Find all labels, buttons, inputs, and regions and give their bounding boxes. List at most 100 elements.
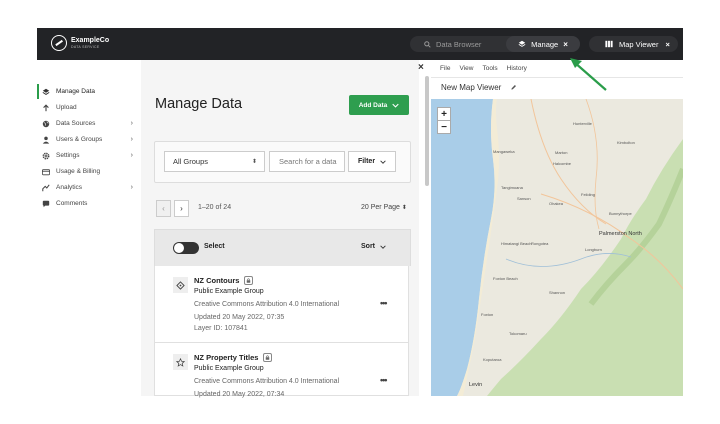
sidebar-item-label: Upload (56, 104, 77, 111)
map-basemap (431, 99, 683, 396)
sidebar-item-comments[interactable]: Comments (37, 196, 141, 211)
next-page-button[interactable]: › (174, 200, 189, 217)
map-label: Koputaroa (483, 357, 502, 362)
lock-icon (244, 276, 254, 285)
layer-updated: Updated 20 May 2022, 07:35 (194, 314, 285, 321)
chevron-right-icon: › (130, 136, 133, 143)
more-options-icon[interactable]: ••• (380, 298, 388, 308)
map-label: Rongotea (531, 241, 549, 246)
tab-group: Data Browser Manage × (410, 36, 580, 52)
pagination-range: 1–20 of 24 (198, 204, 232, 211)
map-label: Ohakea (549, 201, 564, 206)
select-toggle[interactable] (173, 242, 199, 254)
tab-data-browser[interactable]: Data Browser (424, 36, 481, 52)
map-label: Foxton (481, 312, 494, 317)
tab-manage[interactable]: Manage × (506, 36, 580, 52)
sidebar-item-analytics[interactable]: Analytics › (37, 180, 141, 195)
map-label: Himatangi Beach (501, 241, 532, 246)
sidebar-item-label: Users & Groups (56, 136, 103, 143)
sidebar-item-upload[interactable]: Upload (37, 100, 141, 115)
sidebar-item-label: Comments (56, 200, 88, 207)
layer-id: Layer ID: 107841 (194, 325, 248, 332)
comment-icon (42, 200, 50, 208)
layer-group: Public Example Group (194, 288, 264, 295)
map-label: Marton (555, 150, 568, 155)
layer-title: NZ Contours (194, 276, 240, 285)
map-label: Palmerston North (599, 231, 642, 237)
layers-icon (42, 88, 50, 96)
zoom-in-button[interactable]: + (438, 108, 450, 121)
edit-pencil-icon[interactable] (510, 84, 517, 91)
menu-view[interactable]: View (459, 65, 473, 72)
close-icon[interactable]: × (665, 40, 669, 49)
user-icon (42, 136, 50, 144)
zoom-out-button[interactable]: − (438, 121, 450, 133)
sidebar-item-data-sources[interactable]: Data Sources › (37, 116, 141, 131)
zoom-controls: + − (437, 107, 451, 134)
menu-file[interactable]: File (440, 65, 450, 72)
tab-label: Manage (531, 39, 559, 49)
map-menu-bar: File View Tools History (431, 60, 683, 78)
sidebar-item-usage-billing[interactable]: Usage & Billing (37, 164, 141, 179)
sort-label: Sort (361, 243, 375, 250)
list-item[interactable]: NZ Property Titles Public Example Group … (154, 343, 409, 398)
more-options-icon[interactable]: ••• (380, 375, 388, 385)
menu-tools[interactable]: Tools (482, 65, 497, 72)
sidebar-item-label: Analytics (56, 184, 83, 191)
filter-card: All Groups ⬍ Search for a data Filter (154, 141, 411, 183)
map-label: Foxton Beach (493, 276, 518, 281)
panel-scrollbar[interactable] (425, 76, 429, 186)
previous-page-button[interactable]: ‹ (156, 200, 171, 217)
tab-map-viewer[interactable]: Map Viewer × (589, 36, 678, 52)
add-data-button[interactable]: Add Data (349, 95, 409, 115)
search-icon (424, 40, 431, 48)
select-caret-icon: ⬍ (251, 159, 257, 165)
sidebar: Manage Data Upload Data Sources › Users … (37, 60, 142, 396)
sidebar-item-settings[interactable]: Settings › (37, 148, 141, 163)
layer-name[interactable]: NZ Contours (194, 276, 254, 285)
sidebar-item-label: Manage Data (56, 88, 96, 95)
sidebar-item-users-groups[interactable]: Users & Groups › (37, 132, 141, 147)
list-item[interactable]: NZ Contours Public Example Group Creativ… (154, 266, 409, 343)
star-icon (173, 354, 188, 370)
map-label: Halcombe (553, 161, 572, 166)
group-select[interactable]: All Groups ⬍ (164, 151, 265, 172)
sort-button[interactable]: Sort (361, 243, 386, 250)
search-input[interactable]: Search for a data (269, 151, 345, 172)
sidebar-item-label: Settings (56, 152, 80, 159)
chart-icon (42, 183, 50, 192)
close-icon[interactable]: × (563, 40, 568, 49)
chevron-right-icon: › (130, 120, 133, 127)
map-label: Bunnythorpe (609, 211, 632, 216)
group-select-value: All Groups (173, 157, 209, 166)
map-label: Levin (469, 382, 483, 388)
chevron-right-icon: › (130, 152, 133, 159)
map-label: Sanson (517, 196, 531, 201)
page-title: Manage Data (155, 96, 243, 112)
map-canvas[interactable]: + − Hunterville Marton Halcombe Mangawek… (431, 99, 683, 396)
close-panel-icon[interactable]: × (418, 62, 424, 73)
logo-icon (51, 35, 67, 51)
upload-arrow-icon (42, 103, 50, 112)
per-page-value: 20 Per Page (361, 204, 400, 211)
filter-label: Filter (357, 158, 376, 165)
sidebar-item-manage-data[interactable]: Manage Data (37, 84, 143, 99)
brand-logo[interactable]: ExampleCo DATA SERVICE (51, 35, 109, 51)
layer-updated: Updated 20 May 2022, 07:34 (194, 391, 285, 398)
brand-name: ExampleCo (71, 37, 110, 44)
annotation-arrow (570, 58, 607, 91)
chevron-down-icon (392, 103, 399, 108)
map-viewer-panel: File View Tools History New Map Viewer +… (431, 60, 683, 396)
menu-history[interactable]: History (507, 65, 527, 72)
map-columns-icon (605, 40, 613, 48)
map-label: Tangimoana (501, 185, 523, 190)
map-label: Longburn (585, 247, 602, 252)
filter-button[interactable]: Filter (348, 151, 396, 172)
map-label: Mangaweka (493, 149, 515, 154)
layer-name[interactable]: NZ Property Titles (194, 353, 273, 362)
map-title: New Map Viewer (441, 83, 517, 92)
card-icon (42, 168, 50, 176)
per-page-select[interactable]: 20 Per Page ⬍ (361, 204, 407, 211)
globe-icon (42, 120, 50, 128)
add-data-label: Add Data (358, 101, 388, 109)
